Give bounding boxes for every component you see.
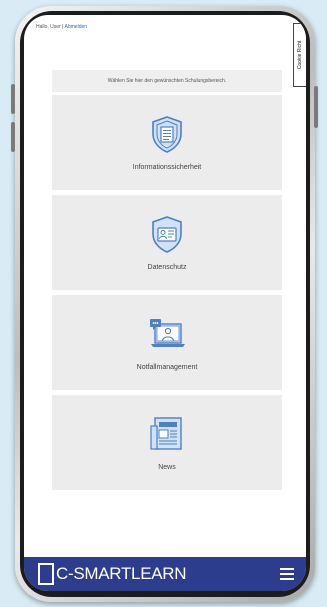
logout-link[interactable]: Abmelden (65, 24, 88, 30)
volume-up-button (11, 84, 15, 114)
brand-logo-text[interactable]: C-SMARTLEARN (56, 564, 187, 584)
training-area-list: Wählen Sie hier den gewünschten Schulung… (52, 70, 282, 495)
tile-label: Datenschutz (147, 264, 187, 271)
phone-screen: Hallo, User | Abmelden Cookie Richt Wähl… (24, 15, 306, 591)
tile-label: Notfallmanagement (136, 364, 198, 371)
menu-bar (280, 578, 294, 580)
intro-text: Wählen Sie hier den gewünschten Schulung… (52, 70, 282, 92)
menu-bar (280, 573, 294, 575)
shield-document-icon (152, 116, 182, 153)
laptop-alert-icon (150, 319, 185, 347)
tile-datenschutz[interactable]: Datenschutz (52, 195, 282, 290)
brand-logo-box (38, 563, 54, 585)
tile-news[interactable]: News (52, 395, 282, 490)
brand-letter: C (56, 564, 68, 583)
tile-label: News (158, 464, 176, 471)
app-footer: C-SMARTLEARN (24, 557, 306, 591)
greeting-text: Hallo, User | (36, 24, 64, 30)
hamburger-menu-icon[interactable] (280, 568, 294, 580)
tile-notfallmanagement[interactable]: Notfallmanagement (52, 295, 282, 390)
volume-down-button (11, 122, 15, 152)
tile-informationssicherheit[interactable]: Informationssicherheit (52, 95, 282, 190)
power-button (314, 86, 318, 128)
newspaper-icon (150, 417, 182, 450)
shield-id-card-icon (152, 216, 182, 253)
cookie-settings-tab[interactable]: Cookie Richt (293, 23, 306, 87)
cookie-tab-label: Cookie Richt (297, 40, 304, 70)
tile-label: Informationssicherheit (132, 164, 202, 171)
user-greeting: Hallo, User | Abmelden (36, 24, 87, 30)
menu-bar (280, 568, 294, 570)
brand-name: -SMARTLEARN (67, 564, 187, 583)
